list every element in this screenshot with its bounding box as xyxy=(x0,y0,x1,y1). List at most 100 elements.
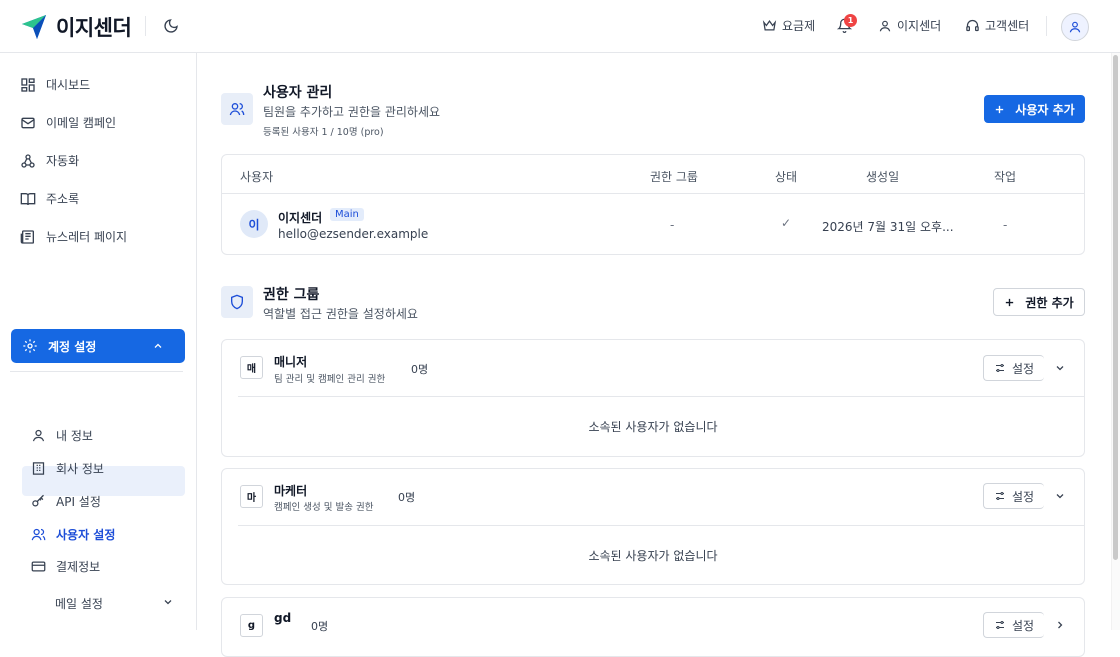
empty-state-text: 소속된 사용자가 없습니다 xyxy=(588,420,718,434)
moon-icon xyxy=(164,19,178,33)
users-section-icon xyxy=(221,93,253,125)
add-permission-label: 권한 추가 xyxy=(1025,295,1074,310)
plan-label: 요금제 xyxy=(782,19,816,33)
divider xyxy=(222,193,1085,194)
avatar: 이 xyxy=(240,210,268,238)
status-check-icon: ✓ xyxy=(781,216,792,230)
sidebar-item-newsletter[interactable]: 뉴스레터 페이지 xyxy=(20,228,127,245)
group-name: 매니저 xyxy=(274,355,308,369)
logo[interactable]: 이지센더 xyxy=(20,12,132,42)
chevron-down-icon[interactable] xyxy=(1054,362,1066,374)
sidebar-item-label: 뉴스레터 페이지 xyxy=(46,230,128,244)
sidebar-item-address-book[interactable]: 주소록 xyxy=(20,190,79,207)
group-initial: 매 xyxy=(240,356,263,379)
sidebar-item-automation[interactable]: 자동화 xyxy=(20,152,79,169)
users-section-subtitle: 팀원을 추가하고 권한을 관리하세요 xyxy=(263,105,441,119)
column-header-status: 상태 xyxy=(775,170,798,184)
divider xyxy=(10,371,183,372)
sidebar-subitem-label: 결제정보 xyxy=(56,560,101,574)
group-settings-label: 설정 xyxy=(1011,489,1035,504)
group-settings-label: 설정 xyxy=(1011,618,1035,633)
plan-link[interactable]: 요금제 xyxy=(762,17,815,34)
account-label: 이지센더 xyxy=(897,19,942,33)
sliders-icon xyxy=(995,621,1004,629)
user-icon xyxy=(879,20,891,31)
building-icon xyxy=(32,462,45,475)
shield-icon xyxy=(231,294,243,310)
support-label: 고객센터 xyxy=(985,19,1030,33)
group-initial: 마 xyxy=(240,485,263,508)
sidebar-item-dashboard[interactable]: 대시보드 xyxy=(20,76,90,93)
book-icon xyxy=(20,192,36,205)
newspaper-icon xyxy=(20,229,34,244)
top-bar: 이지센더 요금제 1 이지센더 고객센터 xyxy=(0,0,1120,53)
column-header-user: 사용자 xyxy=(240,170,274,184)
sidebar-item-label: 주소록 xyxy=(46,192,80,206)
mail-icon xyxy=(21,117,35,128)
headset-icon xyxy=(966,19,979,32)
sidebar-subitem-my-info[interactable]: 내 정보 xyxy=(31,427,93,444)
main-badge: Main xyxy=(330,208,364,221)
group-description: 팀 관리 및 캠페인 관리 권한 xyxy=(274,374,386,385)
scrollbar-thumb[interactable] xyxy=(1113,55,1118,560)
theme-toggle[interactable] xyxy=(163,18,179,34)
paper-plane-icon xyxy=(22,15,46,39)
group-member-count: 0명 xyxy=(398,491,416,504)
sidebar-item-email-campaign[interactable]: 이메일 캠페인 xyxy=(20,114,116,131)
sidebar-item-account-settings[interactable]: 계정 설정 xyxy=(11,329,185,363)
plus-icon xyxy=(996,105,1004,113)
key-icon xyxy=(32,494,44,507)
sidebar-subitem-label: 메일 설정 xyxy=(55,597,103,611)
sidebar-subitem-label: 내 정보 xyxy=(56,429,93,443)
chevron-down-icon xyxy=(164,600,172,605)
user-icon xyxy=(32,429,45,442)
account-link[interactable]: 이지센더 xyxy=(878,17,941,34)
user-icon xyxy=(1069,21,1081,33)
users-icon xyxy=(229,103,245,116)
action-cell: - xyxy=(1003,218,1008,232)
group-card-manager xyxy=(221,339,1085,457)
empty-state-text: 소속된 사용자가 없습니다 xyxy=(588,549,718,563)
group-card-gd xyxy=(221,597,1085,657)
account-settings-label: 계정 설정 xyxy=(48,339,97,354)
group-name: 마케터 xyxy=(274,484,308,498)
group-member-count: 0명 xyxy=(411,363,429,376)
add-user-button[interactable]: 사용자 추가 xyxy=(984,95,1085,123)
sidebar-subitem-user-settings[interactable]: 사용자 설정 xyxy=(31,526,115,543)
add-user-label: 사용자 추가 xyxy=(1015,102,1075,117)
groups-section-icon xyxy=(221,286,253,318)
sliders-icon xyxy=(995,492,1004,500)
sidebar-subitem-billing[interactable]: 결제정보 xyxy=(31,558,100,575)
group-member-count: 0명 xyxy=(311,620,329,633)
group-settings-button[interactable]: 설정 xyxy=(983,355,1044,381)
dashboard-icon xyxy=(21,77,35,92)
profile-avatar-button[interactable] xyxy=(1061,13,1089,41)
support-link[interactable]: 고객센터 xyxy=(965,17,1029,34)
users-section-title: 사용자 관리 xyxy=(263,85,333,101)
users-icon xyxy=(31,528,46,541)
column-header-group: 권한 그룹 xyxy=(650,170,698,184)
group-settings-button[interactable]: 설정 xyxy=(983,612,1044,638)
group-settings-label: 설정 xyxy=(1011,361,1035,376)
sidebar-item-label: 대시보드 xyxy=(46,78,91,92)
crown-icon xyxy=(762,20,777,31)
sidebar-subitem-company-info[interactable]: 회사 정보 xyxy=(31,460,104,477)
group-description: 캠페인 생성 및 발송 권한 xyxy=(274,502,374,513)
notification-badge: 1 xyxy=(844,14,857,27)
sidebar-subitem-label: 사용자 설정 xyxy=(56,528,116,542)
column-header-action: 작업 xyxy=(994,170,1017,184)
user-email: hello@ezsender.example xyxy=(278,227,429,241)
chevron-down-icon[interactable] xyxy=(1054,490,1066,502)
add-permission-button[interactable]: 권한 추가 xyxy=(993,288,1085,316)
app-name: 이지센더 xyxy=(56,16,132,40)
group-settings-button[interactable]: 설정 xyxy=(983,483,1044,509)
sidebar-subitem-mail-settings[interactable]: 메일 설정 xyxy=(55,595,175,612)
divider xyxy=(238,396,1085,397)
divider xyxy=(145,16,146,36)
group-name: gd xyxy=(274,611,292,625)
column-header-created: 생성일 xyxy=(866,170,900,184)
workflow-icon xyxy=(21,153,35,168)
chevron-right-icon[interactable] xyxy=(1054,619,1066,631)
sidebar-subitem-api-settings[interactable]: API 설정 xyxy=(31,493,101,510)
groups-section-subtitle: 역할별 접근 권한을 설정하세요 xyxy=(263,307,418,321)
